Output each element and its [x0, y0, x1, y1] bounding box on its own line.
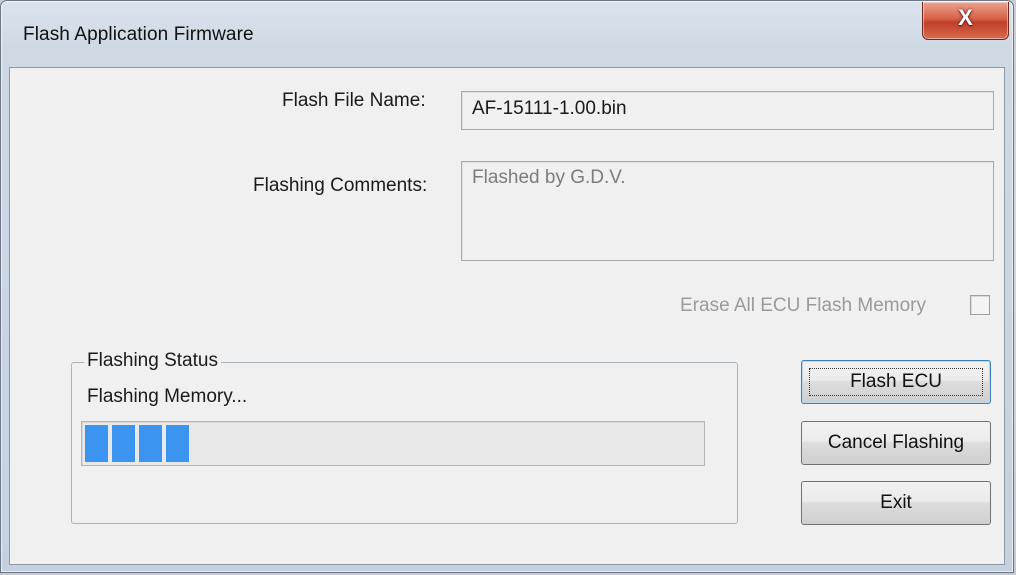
file-name-label: Flash File Name:	[282, 90, 426, 111]
progress-block	[139, 425, 162, 462]
close-button[interactable]: X	[922, 2, 1009, 40]
status-message: Flashing Memory...	[87, 386, 248, 407]
exit-label: Exit	[880, 492, 912, 513]
file-name-field[interactable]: AF-15111-1.00.bin	[461, 91, 994, 130]
progress-block	[112, 425, 135, 462]
progress-block	[166, 425, 189, 462]
dialog-window: Flash Application Firmware X Flash File …	[0, 0, 1014, 573]
window-title: Flash Application Firmware	[23, 24, 254, 45]
comments-label: Flashing Comments:	[253, 175, 428, 196]
comments-value: Flashed by G.D.V.	[472, 167, 626, 188]
progress-fill	[85, 425, 189, 462]
close-icon: X	[958, 5, 973, 30]
title-bar[interactable]: Flash Application Firmware X	[1, 1, 1013, 71]
progress-block	[85, 425, 108, 462]
erase-memory-checkbox[interactable]	[970, 295, 990, 315]
erase-memory-label: Erase All ECU Flash Memory	[680, 295, 927, 316]
flash-ecu-button[interactable]: Flash ECU	[801, 360, 991, 404]
comments-field[interactable]: Flashed by G.D.V.	[461, 161, 994, 261]
file-name-value: AF-15111-1.00.bin	[472, 98, 627, 119]
cancel-flashing-button[interactable]: Cancel Flashing	[801, 421, 991, 465]
cancel-flashing-label: Cancel Flashing	[827, 432, 965, 453]
flash-ecu-label: Flash ECU	[850, 371, 942, 392]
flashing-status-legend: Flashing Status	[84, 350, 221, 372]
exit-button[interactable]: Exit	[801, 481, 991, 525]
flash-progress-bar	[81, 421, 705, 466]
dialog-client-area: Flash File Name: AF-15111-1.00.bin Flash…	[9, 67, 1005, 565]
